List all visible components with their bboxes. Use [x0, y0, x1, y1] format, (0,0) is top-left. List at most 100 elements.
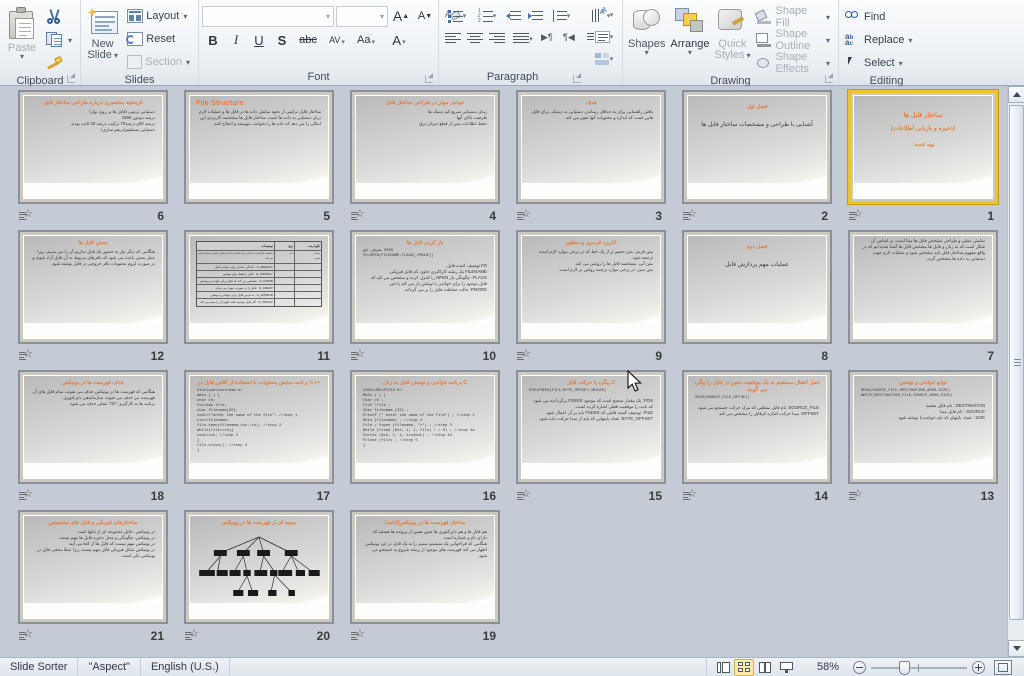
text-direction-vertical-button[interactable]: A ▾ [589, 4, 619, 25]
reading-view-button[interactable] [755, 659, 775, 676]
slide-thumbnail-19[interactable]: ساختار فهرست ها در یونیکس(ادامه) هم فایل … [350, 510, 505, 650]
slide-frame[interactable]: باز کردن فایل ها معرفی تابع OPEN FD=OPEN(F… [350, 230, 500, 344]
scroll-down-button[interactable] [1008, 640, 1024, 657]
slide-thumbnail-7[interactable]: نمایش عملی و طراحی مشخص فایل ها مبنا است… [848, 230, 1003, 370]
slide-frame[interactable]: کاربرد قرمزی و منظور متن قرمز: متن حجیم ت… [516, 230, 666, 344]
animation-star-icon[interactable]: ☆ [185, 628, 199, 643]
strikethrough-button[interactable]: abc [294, 29, 322, 51]
new-slide-button[interactable]: ✦ New Slide ▾ [84, 4, 121, 64]
animation-star-icon[interactable]: ☆ [351, 628, 365, 643]
scroll-up-button[interactable] [1008, 86, 1024, 103]
animation-star-icon[interactable]: ☆ [351, 208, 365, 223]
slide-thumbnail-3[interactable]: هدف یافتن راهنمایی برای به حداقل رساندن د… [516, 90, 671, 230]
slide-thumbnail-10[interactable]: باز کردن فایل ها معرفی تابع OPEN FD=OPEN(F… [350, 230, 505, 370]
slide-frame[interactable]: برنامه خواندن و نوشتن فایل به زبان C #INC… [350, 370, 500, 484]
slide-show-button[interactable] [776, 659, 796, 676]
animation-star-icon[interactable]: ☆ [683, 488, 697, 503]
slide-thumbnail-15[interactable]: پیگرد یا حرکت فایل C POS=FSEEK(FILE,BYTE_… [516, 370, 671, 510]
shapes-button[interactable]: Shapes ▾ [626, 4, 667, 59]
rtl-direction-button[interactable]: ¶◀ [560, 28, 582, 49]
zoom-slider-thumb[interactable] [899, 660, 910, 675]
slide-frame[interactable]: پیگرد یا حرکت فایل C POS=FSEEK(FILE,BYTE_… [516, 370, 666, 484]
slide-thumbnail-6[interactable]: تاریخچه مختصری درباره طراحی ساختار فایل د… [18, 90, 173, 230]
line-spacing-button[interactable]: ▾ [546, 5, 576, 26]
slide-sorter-view-button[interactable] [734, 658, 754, 676]
underline-button[interactable]: U [248, 29, 270, 51]
slide-thumbnail-13[interactable]: توابع خواندن و نوشتن READ(SOURCE_FILE,DES… [848, 370, 1003, 510]
slide-frame[interactable]: برنامه نمایش محتویات با استفاده از کلاس … [184, 370, 334, 484]
slide-thumbnail-16[interactable]: برنامه خواندن و نوشتن فایل به زبان C #INC… [350, 370, 505, 510]
copy-button[interactable]: ▾ [43, 29, 77, 51]
quick-styles-button[interactable]: Quick Styles ▾ [713, 4, 753, 64]
animation-star-icon[interactable]: ☆ [849, 488, 863, 503]
fit-slide-to-window-button[interactable] [994, 659, 1012, 675]
bold-button[interactable]: B [202, 29, 224, 51]
slide-thumbnail-20[interactable]: نمونه ای از فهرست ها در یونیکس ☆ 20 [184, 510, 339, 650]
zoom-out-button[interactable] [853, 660, 866, 674]
slide-thumbnail-8[interactable]: فصل دوم عملیات مهم پردازش فایل 8 [682, 230, 837, 370]
zoom-in-button[interactable] [972, 660, 985, 674]
drawing-dialog-launcher-icon[interactable] [824, 73, 835, 84]
slide-thumbnail-12[interactable]: بستن فایل ها هنگامی که دیگر نیاز به حضور … [18, 230, 173, 370]
slide-sorter-pane[interactable]: تاریخچه مختصری درباره طراحی ساختار فایل د… [0, 86, 1024, 657]
slide-thumbnail-21[interactable]: ساختارهای فیزیکی و فایل های مخصوص در یونی… [18, 510, 173, 650]
slide-thumbnail-4[interactable]: عوامل موثر در طراحی ساختار فایل زمان دستی… [350, 90, 505, 230]
clipboard-dialog-launcher-icon[interactable] [66, 73, 77, 84]
slide-frame[interactable]: ساختارهای فیزیکی و فایل های مخصوص در یونی… [18, 510, 168, 624]
slide-thumbnail-14[interactable]: عمل انتقال مستقیم به یک موقعیت معین در ف… [682, 370, 837, 510]
ltr-direction-button[interactable]: ▶¶ [538, 28, 560, 49]
shape-fill-button[interactable]: Shape Fill ▾ [753, 5, 835, 29]
paste-button[interactable]: Paste ▾ [3, 4, 41, 63]
slide-thumbnail-11[interactable]: توضیحات نوع نگهدارنده خاصیت بازگشت یا بازیا… [184, 230, 339, 370]
slide-frame[interactable]: File Structure ساختار فایل ترکیبی از نحوه… [184, 90, 334, 204]
change-case-button[interactable]: Aa ▾ [352, 29, 380, 51]
align-text-button[interactable]: ▾ [589, 26, 619, 47]
slide-frame[interactable]: عوامل موثر در طراحی ساختار فایل زمان دستی… [350, 90, 500, 204]
cut-button[interactable] [43, 6, 77, 28]
vertical-scrollbar[interactable] [1007, 86, 1024, 657]
align-right-button[interactable] [486, 28, 508, 49]
select-button[interactable]: Select ▾ [842, 52, 917, 74]
animation-star-icon[interactable]: ☆ [517, 488, 531, 503]
layout-button[interactable]: Layout ▾ [124, 5, 195, 27]
align-left-button[interactable] [442, 28, 464, 49]
numbering-button[interactable]: 1 2 3 ▾ [472, 5, 502, 26]
slide-frame[interactable]: هدف یافتن راهنمایی برای به حداقل رساندن د… [516, 90, 666, 204]
slide-frame[interactable]: عمل انتقال مستقیم به یک موقعیت معین در ف… [682, 370, 832, 484]
section-button[interactable]: Section ▾ [124, 51, 195, 73]
animation-star-icon[interactable]: ☆ [517, 208, 531, 223]
italic-button[interactable]: I [225, 29, 247, 51]
convert-to-smartart-button[interactable]: ▾ [589, 48, 619, 69]
shape-effects-button[interactable]: Shape Effects ▾ [753, 51, 835, 75]
justify-button[interactable]: ▾ [508, 28, 538, 49]
format-painter-button[interactable] [43, 52, 77, 74]
font-size-input[interactable]: ▾ [336, 5, 388, 27]
slide-thumbnail-9[interactable]: کاربرد قرمزی و منظور متن قرمز: متن حجیم ت… [516, 230, 671, 370]
slide-frame[interactable]: توابع خواندن و نوشتن READ(SOURCE_FILE,DES… [848, 370, 998, 484]
slide-frame[interactable]: ساختار فهرست ها در یونیکس(ادامه) هم فایل … [350, 510, 500, 624]
status-theme-name[interactable]: "Aspect" [78, 657, 141, 676]
slide-frame[interactable]: فصل دوم عملیات مهم پردازش فایل [682, 230, 832, 344]
slide-thumbnail-2[interactable]: فصل اول آشنایی با طراحی و مشخصات ساختار ف… [682, 90, 837, 230]
find-button[interactable]: Find [842, 6, 917, 28]
animation-star-icon[interactable]: ☆ [683, 208, 697, 223]
status-view-name[interactable]: Slide Sorter [0, 657, 79, 676]
slide-thumbnail-18[interactable]: حذف فهرست ها در یونیکس هنگامی که فهرست ها… [18, 370, 173, 510]
font-color-button[interactable]: A ▾ [385, 29, 413, 51]
decrease-indent-button[interactable] [502, 5, 524, 26]
scrollbar-thumb[interactable] [1009, 105, 1024, 620]
character-spacing-button[interactable]: AV ▾ [323, 29, 351, 51]
slide-thumbnail-1[interactable]: ساختار فایل ها (ذخیره و بازیابی اطلاعات):… [848, 90, 1003, 230]
font-dialog-launcher-icon[interactable] [424, 73, 435, 84]
slide-frame[interactable]: نمایش عملی و طراحی مشخص فایل ها مبنا است… [848, 230, 998, 344]
normal-view-button[interactable] [713, 659, 733, 676]
animation-star-icon[interactable]: ☆ [517, 348, 531, 363]
reset-button[interactable]: Reset [124, 28, 195, 50]
animation-star-icon[interactable]: ☆ [849, 208, 863, 223]
zoom-slider[interactable] [871, 660, 967, 675]
grow-font-button[interactable]: A ▲ [390, 5, 412, 27]
slide-frame[interactable]: حذف فهرست ها در یونیکس هنگامی که فهرست ها… [18, 370, 168, 484]
align-center-button[interactable] [464, 28, 486, 49]
shrink-font-button[interactable]: A ▼ [414, 5, 436, 27]
slide-frame[interactable]: بستن فایل ها هنگامی که دیگر نیاز به حضور … [18, 230, 168, 344]
